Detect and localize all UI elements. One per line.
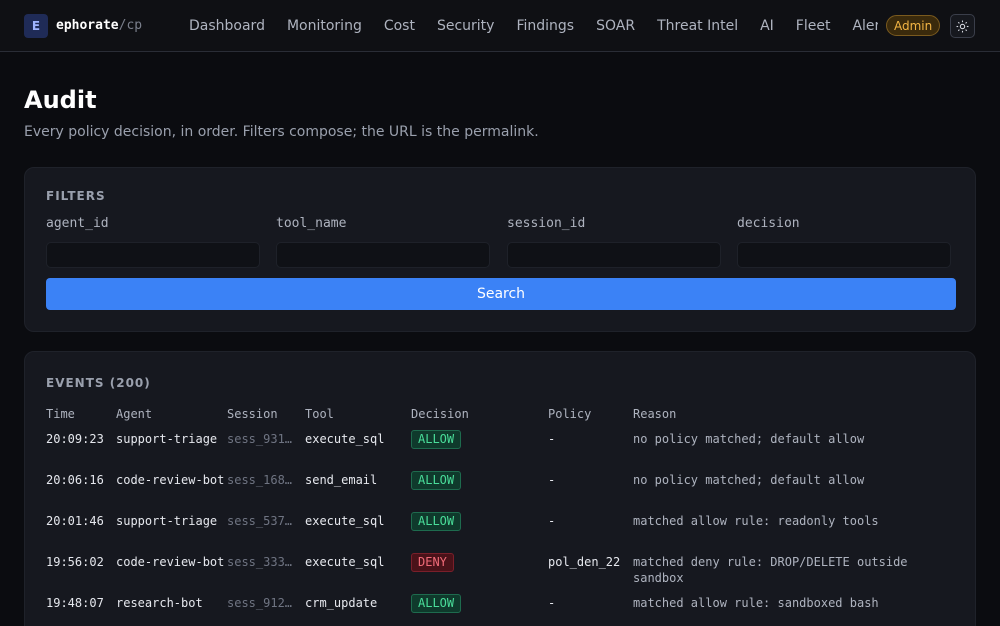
nav-item-soar[interactable]: SOAR bbox=[585, 0, 646, 52]
table-header-row: Time Agent Session Tool Decision Policy … bbox=[46, 407, 956, 431]
page-title: Audit bbox=[24, 86, 97, 114]
column-header-reason[interactable]: Reason bbox=[633, 407, 956, 431]
brand-separator: / bbox=[118, 18, 127, 33]
decision-badge: ALLOW bbox=[411, 430, 462, 449]
cell-policy: - bbox=[548, 432, 556, 446]
cell-session[interactable]: sess_931… bbox=[227, 431, 305, 472]
cell-time: 20:06:16 bbox=[46, 473, 104, 487]
sun-icon bbox=[956, 20, 969, 32]
nav-item-threat-intel[interactable]: Threat Intel bbox=[646, 0, 749, 52]
cell-tool: execute_sql bbox=[305, 432, 385, 446]
nav-item-cost[interactable]: Cost bbox=[373, 0, 426, 52]
nav-item-ai[interactable]: AI bbox=[749, 0, 785, 52]
decision-badge: ALLOW bbox=[411, 594, 462, 613]
filter-agent-id: agent_id bbox=[46, 216, 260, 268]
events-card: EVENTS (200) Time Agent Session Tool Dec… bbox=[24, 351, 976, 626]
cell-policy: - bbox=[548, 596, 556, 610]
cell-policy: - bbox=[548, 514, 556, 528]
decision-badge: ALLOW bbox=[411, 471, 462, 490]
cell-decision: ALLOW bbox=[411, 594, 548, 626]
brand-sub: cp bbox=[126, 18, 143, 33]
filter-label: tool_name bbox=[276, 216, 347, 231]
theme-toggle-button[interactable] bbox=[950, 14, 975, 38]
filter-tool-name: tool_name bbox=[276, 216, 490, 268]
table-row[interactable]: 19:56:02 code-review-bot sess_333… execu… bbox=[46, 553, 956, 595]
cell-time: 19:48:07 bbox=[46, 596, 104, 610]
filter-session-id: session_id bbox=[507, 216, 721, 268]
cell-agent: code-review-bot bbox=[116, 473, 225, 487]
cell-time: 19:56:02 bbox=[46, 555, 104, 569]
column-header-tool[interactable]: Tool bbox=[305, 407, 411, 431]
cell-policy[interactable]: pol_den_22 bbox=[548, 554, 633, 595]
decision-input[interactable] bbox=[737, 242, 951, 268]
cell-time: 20:09:23 bbox=[46, 432, 104, 446]
cell-agent: support-triage bbox=[116, 432, 218, 446]
cell-agent: support-triage bbox=[116, 514, 218, 528]
cell-session[interactable]: sess_537… bbox=[227, 513, 305, 554]
table-row[interactable]: 19:48:07 research-bot sess_912… crm_upda… bbox=[46, 594, 956, 626]
cell-reason: no policy matched; default allow bbox=[633, 432, 865, 446]
column-header-time[interactable]: Time bbox=[46, 407, 116, 431]
nav-item-security[interactable]: Security bbox=[426, 0, 506, 52]
cell-tool: execute_sql bbox=[305, 555, 385, 569]
cell-session[interactable]: sess_168… bbox=[227, 472, 305, 513]
cell-decision: DENY bbox=[411, 553, 548, 595]
brand[interactable]: E ephorate / cp bbox=[24, 13, 178, 38]
nav-item-fleet[interactable]: Fleet bbox=[785, 0, 842, 52]
filters-heading: FILTERS bbox=[46, 189, 106, 203]
events-heading: EVENTS (200) bbox=[46, 376, 151, 390]
cell-tool: send_email bbox=[305, 473, 378, 487]
page-subtitle: Every policy decision, in order. Filters… bbox=[24, 124, 539, 140]
cell-tool: crm_update bbox=[305, 596, 378, 610]
agent-id-input[interactable] bbox=[46, 242, 260, 268]
nav-item-monitoring[interactable]: Monitoring bbox=[276, 0, 373, 52]
cell-agent: research-bot bbox=[116, 596, 203, 610]
cell-decision: ALLOW bbox=[411, 512, 548, 554]
brand-name: ephorate bbox=[56, 18, 119, 33]
nav-item-dashboard[interactable]: Dashboard bbox=[178, 0, 276, 52]
cell-time: 20:01:46 bbox=[46, 514, 104, 528]
table-row[interactable]: 20:01:46 support-triage sess_537… execut… bbox=[46, 512, 956, 554]
decision-badge: ALLOW bbox=[411, 512, 462, 531]
nav-item-findings[interactable]: Findings bbox=[505, 0, 585, 52]
cell-session[interactable]: sess_912… bbox=[227, 595, 305, 626]
events-table: Time Agent Session Tool Decision Policy … bbox=[46, 407, 956, 626]
admin-badge: Admin bbox=[886, 15, 941, 36]
column-header-agent[interactable]: Agent bbox=[116, 407, 227, 431]
cell-reason: no policy matched; default allow bbox=[633, 473, 865, 487]
session-id-input[interactable] bbox=[507, 242, 721, 268]
table-row[interactable]: 20:09:23 support-triage sess_931… execut… bbox=[46, 430, 956, 472]
search-button[interactable]: Search bbox=[46, 278, 956, 310]
cell-agent: code-review-bot bbox=[116, 555, 225, 569]
top-nav: E ephorate / cp Dashboard Monitoring Cost … bbox=[0, 0, 1000, 52]
filter-label: decision bbox=[737, 216, 800, 231]
cell-reason: matched deny rule: DROP/DELETE outside s… bbox=[633, 555, 908, 585]
filter-label: agent_id bbox=[46, 216, 109, 231]
cell-session[interactable]: sess_333… bbox=[227, 554, 305, 595]
cell-decision: ALLOW bbox=[411, 430, 548, 472]
tool-name-input[interactable] bbox=[276, 242, 490, 268]
column-header-policy[interactable]: Policy bbox=[548, 407, 633, 431]
cell-tool: execute_sql bbox=[305, 514, 385, 528]
column-header-session[interactable]: Session bbox=[227, 407, 305, 431]
column-header-decision[interactable]: Decision bbox=[411, 407, 548, 431]
cell-reason: matched allow rule: readonly tools bbox=[633, 514, 879, 528]
cell-decision: ALLOW bbox=[411, 471, 548, 513]
decision-badge: DENY bbox=[411, 553, 454, 572]
table-row[interactable]: 20:06:16 code-review-bot sess_168… send_… bbox=[46, 471, 956, 513]
cell-reason: matched allow rule: sandboxed bash bbox=[633, 596, 879, 610]
nav-item-alerts[interactable]: Aler bbox=[841, 0, 878, 52]
filter-decision: decision bbox=[737, 216, 951, 268]
filter-label: session_id bbox=[507, 216, 586, 231]
cell-policy: - bbox=[548, 473, 556, 487]
nav-links: Dashboard Monitoring Cost Security Findi… bbox=[178, 0, 878, 52]
logo-icon: E bbox=[24, 13, 48, 38]
filters-card: FILTERS agent_id tool_name session_id de… bbox=[24, 167, 976, 332]
